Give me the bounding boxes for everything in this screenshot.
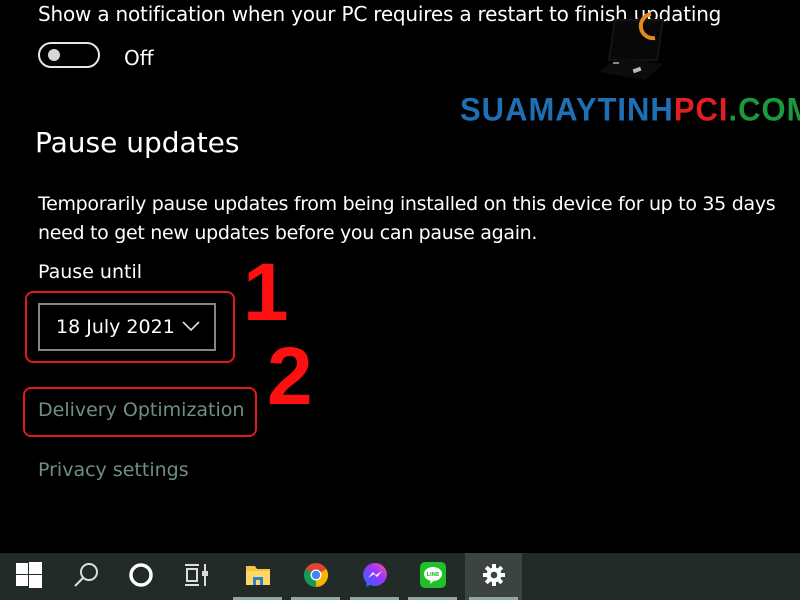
privacy-settings-link[interactable]: Privacy settings [38, 459, 189, 481]
step2-highlight-box [23, 387, 257, 437]
taskbar-file-explorer[interactable] [229, 553, 286, 600]
chrome-icon [303, 562, 329, 592]
description-line-2: need to get new updates before you can p… [38, 222, 538, 244]
watermark-logo-icon [585, 0, 675, 94]
step2-number: 2 [267, 331, 313, 422]
line-icon-label: LINE [426, 572, 439, 578]
task-view-icon [183, 562, 211, 592]
watermark-text: SUAMAYTINHPCI.COM [460, 91, 800, 129]
pause-until-label: Pause until [38, 261, 143, 283]
taskbar-cortana-button[interactable] [112, 553, 169, 600]
taskbar-search-button[interactable] [57, 553, 114, 600]
pause-updates-heading: Pause updates [35, 126, 240, 159]
search-icon [72, 561, 100, 593]
watermark-part2: PCI [673, 91, 729, 128]
messenger-icon [362, 562, 388, 592]
taskbar-messenger[interactable] [346, 553, 403, 600]
gear-icon [482, 563, 506, 591]
watermark-part3: .COM [728, 91, 800, 128]
step1-number: 1 [243, 247, 289, 338]
restart-notification-toggle[interactable] [38, 42, 100, 68]
line-icon: LINE [419, 561, 446, 592]
toggle-state-label: Off [124, 46, 154, 70]
taskbar-line[interactable]: LINE [404, 553, 461, 600]
taskbar-task-view-button[interactable] [168, 553, 225, 600]
taskbar-start-button[interactable] [0, 553, 57, 600]
taskbar: LINE [0, 553, 800, 600]
windows-logo-icon [15, 561, 42, 592]
folder-icon [245, 563, 271, 591]
watermark-part1: SUAMAYTINH [460, 91, 674, 128]
toggle-knob [48, 49, 60, 61]
step1-highlight-box [25, 291, 235, 363]
cortana-circle-icon [128, 562, 154, 592]
taskbar-settings[interactable] [465, 553, 522, 600]
pause-updates-description: Temporarily pause updates from being ins… [38, 190, 776, 248]
taskbar-chrome[interactable] [287, 553, 344, 600]
description-line-1: Temporarily pause updates from being ins… [38, 193, 776, 215]
